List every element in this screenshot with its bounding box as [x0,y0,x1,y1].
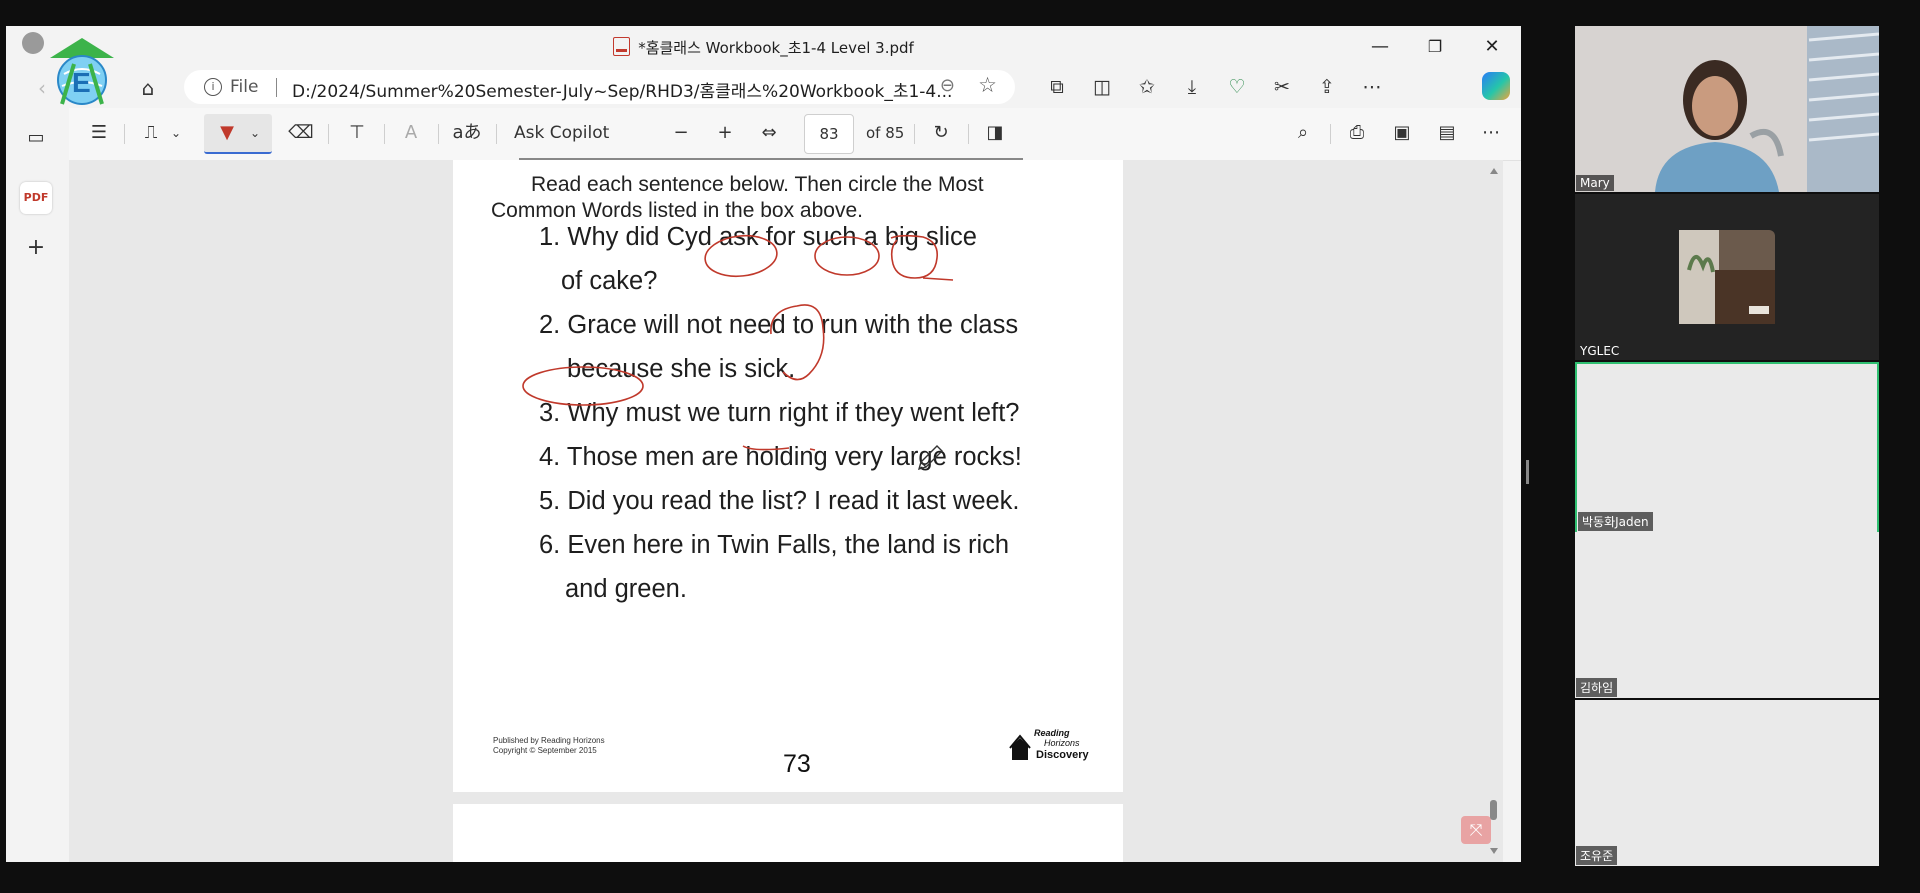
contents-icon[interactable]: ☰ [84,119,114,147]
academy-logo: E [50,38,114,105]
sentence-6-line2: and green. [565,575,687,603]
sentence-6: 6. Even here in Twin Falls, the land is … [539,531,1010,559]
participant-tile-jo[interactable]: 조유준 [1575,700,1879,866]
read-aloud-icon[interactable]: A [396,119,426,147]
add-text-icon[interactable]: ⊤ [342,119,372,147]
page-view-icon[interactable]: ◨ [980,119,1010,147]
panel-resize-handle[interactable] [1526,460,1529,484]
new-tab-icon[interactable]: + [20,232,52,264]
zoom-in-icon[interactable]: + [710,119,740,147]
video-feed-mary [1575,26,1879,192]
pdf-page-next [453,804,1123,862]
split-screen-icon[interactable]: ◫ [1087,72,1117,102]
participant-name: Mary [1576,175,1614,191]
url-separator [276,78,277,97]
toolbar-divider [328,124,329,144]
save-as-icon[interactable]: ▤ [1432,119,1462,147]
participant-tile-yglec[interactable]: YGLEC [1575,194,1879,360]
word-box-bottom-border [519,158,1023,160]
downloads-icon[interactable]: ⤓ [1177,72,1207,102]
draw-pen-icon[interactable]: ▼ [212,119,242,147]
pdf-more-icon[interactable]: ⋯ [1476,119,1506,147]
participant-name: 박동화Jaden [1578,512,1653,531]
participant-tile-mary[interactable]: Mary [1575,26,1879,192]
page-total: of 85 [866,124,905,142]
document-viewer[interactable]: Read each sentence below. Then circle th… [69,158,1503,862]
sentence-5: 5. Did you read the list? I read it last… [539,487,1020,515]
sentence-4: 4. Those men are holding very large rock… [539,443,1022,471]
zoom-icon[interactable]: ⊖ [940,75,955,96]
left-sidebar: ▭ PDF + [6,108,69,862]
extensions-icon[interactable]: ⧉ [1042,72,1072,102]
participant-name: 조유준 [1576,846,1618,865]
window-title: *홈클래스 Workbook_초1-4 Level 3.pdf [6,37,1521,58]
zoom-out-icon[interactable]: − [666,119,696,147]
close-button[interactable]: ✕ [1469,32,1515,62]
svg-text:Discovery: Discovery [1036,749,1089,761]
ask-copilot-button[interactable]: Ask Copilot [514,123,609,143]
edge-window: *홈클래스 Workbook_초1-4 Level 3.pdf — ❐ ✕ ‹ … [6,26,1521,862]
eraser-icon[interactable]: ⌫ [286,119,316,147]
screenshot-icon[interactable]: ✂ [1267,72,1297,102]
svg-text:Horizons: Horizons [1044,738,1080,748]
toolbar-divider [968,124,969,144]
share-icon[interactable]: ⇪ [1312,72,1342,102]
toolbar-divider [1330,124,1331,144]
svg-text:E: E [72,67,91,98]
url-scheme: File [230,77,259,97]
toolbar-divider [384,124,385,144]
avatar [1679,230,1775,324]
sentence-3: 3. Why must we turn right if they went l… [539,399,1020,427]
rotate-icon[interactable]: ↻ [926,119,956,147]
underline-big [922,277,954,281]
info-icon[interactable]: i [204,78,222,96]
favorite-star-icon[interactable]: ☆ [978,73,997,97]
translate-icon[interactable]: aあ [452,119,482,147]
restore-button[interactable]: ❐ [1412,32,1458,62]
page-number-label: 73 [783,750,811,778]
search-icon[interactable]: ⌕ [1288,119,1318,147]
toolbar-divider [124,124,125,144]
sidebar-toggle-icon[interactable]: ▭ [20,122,52,154]
participant-name: 김하임 [1576,678,1618,697]
home-icon[interactable]: ⌂ [134,74,162,102]
sentence-1-line2: of cake? [561,267,658,295]
draw-dropdown-icon[interactable]: ⌄ [246,119,264,147]
page-number-input[interactable]: 83 [804,114,854,154]
pdf-tab-icon[interactable]: PDF [20,182,52,214]
browser-essentials-icon[interactable]: ♡ [1222,72,1252,102]
publisher-info: Published by Reading Horizons Copyright … [493,736,605,755]
toolbar-divider [496,124,497,144]
highlight-icon[interactable]: ⎍ [136,119,166,147]
sentence-2: 2. Grace will not need to run with the c… [539,311,1019,339]
pdf-file-icon [613,37,631,56]
print-icon[interactable]: ⎙ [1342,119,1372,147]
instructions: Read each sentence below. Then circle th… [491,173,984,222]
svg-text:Reading: Reading [1034,728,1070,738]
more-icon[interactable]: ⋯ [1357,72,1387,102]
pdf-page: Read each sentence below. Then circle th… [453,158,1123,792]
save-icon[interactable]: ▣ [1387,119,1417,147]
ink-annotations [522,234,954,471]
copilot-icon[interactable] [1482,72,1510,100]
pdf-toolbar: ☰ ⎍ ⌄ ▼ ⌄ ⌫ ⊤ A aあ Ask Copilot − + ⇔ 83 … [6,108,1521,161]
sentence-2-line2: because she is sick. [567,355,796,383]
fit-width-icon[interactable]: ⇔ [754,119,784,147]
participant-tile-jaden[interactable]: 박동화Jaden [1575,362,1879,534]
title-bar: *홈클래스 Workbook_초1-4 Level 3.pdf — ❐ ✕ [6,26,1521,66]
toolbar-divider [438,124,439,144]
participant-tile-kim[interactable]: 김하임 [1575,532,1879,698]
minimize-button[interactable]: — [1357,32,1403,62]
url-text[interactable]: D:/2024/Summer%20Semester-July~Sep/RHD3/… [292,77,952,102]
participant-name: YGLEC [1580,344,1620,358]
address-row: ‹ ⌂ i File D:/2024/Summer%20Semester-Jul… [6,66,1521,108]
address-bar[interactable]: i File D:/2024/Summer%20Semester-July~Se… [184,70,1015,104]
favorites-icon[interactable]: ✩ [1132,72,1162,102]
vertical-scrollbar[interactable] [1485,160,1503,862]
highlight-dropdown-icon[interactable]: ⌄ [168,119,184,147]
toolbar-divider [914,124,915,144]
reading-horizons-logo: Reading Horizons Discovery [1009,728,1089,761]
sentence-1: 1. Why did Cyd ask for such a big slice [539,223,977,251]
